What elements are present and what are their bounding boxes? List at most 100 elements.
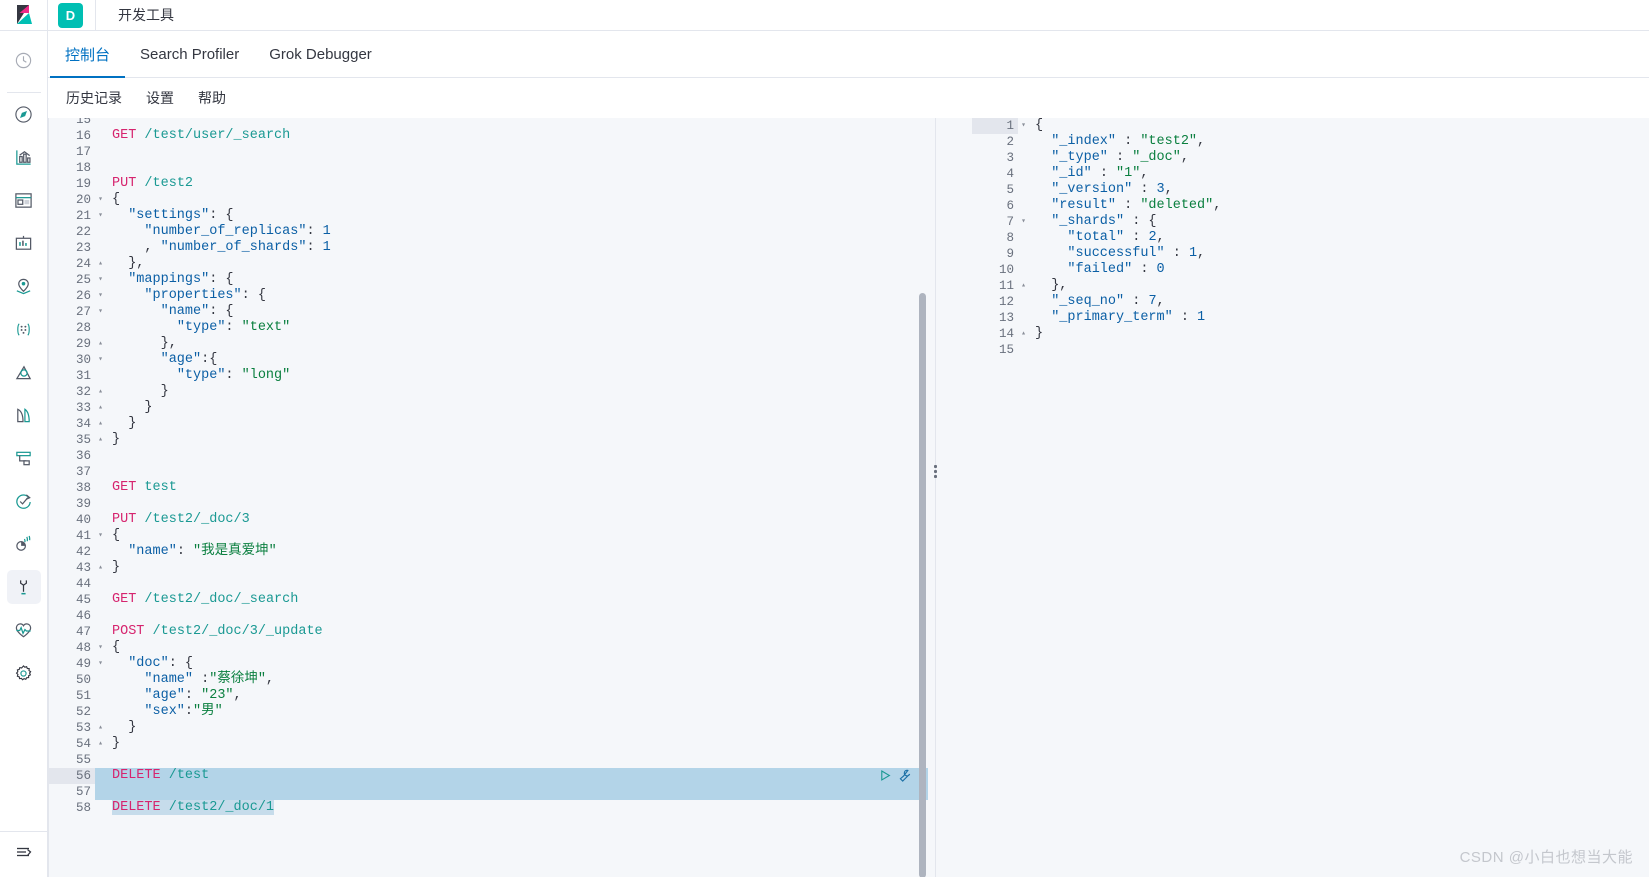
sidebar-item-machine-learning[interactable]: [7, 312, 41, 346]
fold-toggle[interactable]: ▴: [95, 256, 106, 272]
tab-search-profiler[interactable]: Search Profiler: [125, 32, 254, 78]
editor-line[interactable]: 2 "_index" : "test2",: [972, 134, 1649, 150]
fold-toggle[interactable]: ▴: [95, 432, 106, 448]
editor-line[interactable]: 50 "name" :"蔡徐坤",: [49, 672, 928, 688]
editor-line[interactable]: 42 "name": "我是真爱坤": [49, 544, 928, 560]
editor-line[interactable]: 45 GET /test2/_doc/_search: [49, 592, 928, 608]
editor-line[interactable]: 21 ▾ "settings": {: [49, 208, 928, 224]
editor-line[interactable]: 10 "failed" : 0: [972, 262, 1649, 278]
sidebar-item-dashboard[interactable]: [7, 183, 41, 217]
kibana-logo-icon[interactable]: [0, 0, 48, 31]
submenu-history[interactable]: 历史记录: [62, 85, 126, 111]
fold-toggle[interactable]: ▾: [95, 208, 106, 224]
editor-line[interactable]: 31 "type": "long": [49, 368, 928, 384]
editor-line[interactable]: 19 PUT /test2: [49, 176, 928, 192]
editor-line[interactable]: 32 ▴ }: [49, 384, 928, 400]
editor-line[interactable]: 46: [49, 608, 928, 624]
sidebar-item-dev-tools[interactable]: [6, 570, 41, 604]
editor-line[interactable]: 28 "type": "text": [49, 320, 928, 336]
editor-line[interactable]: 47 POST /test2/_doc/3/_update: [49, 624, 928, 640]
fold-toggle[interactable]: ▴: [95, 384, 106, 400]
editor-line[interactable]: 4 "_id" : "1",: [972, 166, 1649, 182]
editor-line[interactable]: 15: [49, 118, 928, 128]
editor-line[interactable]: 7 ▾ "_shards" : {: [972, 214, 1649, 230]
editor-line[interactable]: 22 "number_of_replicas": 1: [49, 224, 928, 240]
sidebar-item-discover[interactable]: [7, 97, 41, 131]
sidebar-item-logs[interactable]: [7, 441, 41, 475]
response-viewer-pane[interactable]: 1 ▾{2 "_index" : "test2", 3 "_type" : "_do…: [942, 118, 1649, 877]
fold-toggle[interactable]: ▴: [95, 416, 106, 432]
editor-line[interactable]: 14 ▴}: [972, 326, 1649, 342]
sidebar-item-recently-viewed[interactable]: [7, 43, 41, 77]
editor-line[interactable]: 20 ▾ {: [49, 192, 928, 208]
fold-toggle[interactable]: ▾: [95, 192, 106, 208]
editor-line[interactable]: 33 ▴ }: [49, 400, 928, 416]
editor-line[interactable]: 27 ▾ "name": {: [49, 304, 928, 320]
editor-line[interactable]: 44: [49, 576, 928, 592]
editor-line[interactable]: 38 GET test: [49, 480, 928, 496]
sidebar-item-maps[interactable]: [7, 269, 41, 303]
fold-toggle[interactable]: ▾: [1018, 118, 1029, 134]
fold-toggle[interactable]: ▴: [95, 736, 106, 752]
editor-line[interactable]: 5 "_version" : 3,: [972, 182, 1649, 198]
sidebar-item-visual-builder[interactable]: [7, 398, 41, 432]
editor-line[interactable]: 11 ▴ },: [972, 278, 1649, 294]
request-editor[interactable]: 15 16 GET /test/user/_search 17 18 19 PUT /tes…: [49, 118, 928, 816]
editor-line[interactable]: 3 "_type" : "_doc",: [972, 150, 1649, 166]
editor-line[interactable]: 26 ▾ "properties": {: [49, 288, 928, 304]
editor-line[interactable]: 16 GET /test/user/_search: [49, 128, 928, 144]
editor-line[interactable]: 17: [49, 144, 928, 160]
editor-line[interactable]: 1 ▾ {: [972, 118, 1649, 134]
tab-console[interactable]: 控制台: [50, 32, 126, 78]
fold-toggle[interactable]: ▴: [95, 560, 106, 576]
tab-grok-debugger[interactable]: Grok Debugger: [254, 32, 387, 78]
editor-line[interactable]: 49 ▾ "doc": {: [49, 656, 928, 672]
editor-line[interactable]: 36: [49, 448, 928, 464]
editor-line[interactable]: 43 ▴}: [49, 560, 928, 576]
editor-line[interactable]: 18: [49, 160, 928, 176]
submenu-help[interactable]: 帮助: [194, 85, 230, 111]
editor-line[interactable]: 24 ▴ },: [49, 256, 928, 272]
fold-toggle[interactable]: ▴: [95, 400, 106, 416]
editor-line[interactable]: 8 "total" : 2,: [972, 230, 1649, 246]
fold-toggle[interactable]: ▾: [95, 304, 106, 320]
editor-line[interactable]: 6 "result" : "deleted",: [972, 198, 1649, 214]
editor-line[interactable]: 37: [49, 464, 928, 480]
editor-line[interactable]: 51 "age": "23",: [49, 688, 928, 704]
fold-toggle[interactable]: ▾: [95, 640, 106, 656]
sidebar-item-monitoring[interactable]: [7, 613, 41, 647]
sidebar-item-management[interactable]: [7, 656, 41, 690]
editor-line[interactable]: 40 PUT /test2/_doc/3: [49, 512, 928, 528]
fold-toggle[interactable]: ▾: [95, 272, 106, 288]
fold-toggle[interactable]: ▾: [1018, 214, 1029, 230]
editor-line[interactable]: 25 ▾ "mappings": {: [49, 272, 928, 288]
fold-toggle[interactable]: ▾: [95, 352, 106, 368]
editor-line[interactable]: 57: [49, 784, 928, 800]
fold-toggle[interactable]: ▴: [95, 336, 106, 352]
fold-toggle[interactable]: ▾: [95, 656, 106, 672]
editor-line[interactable]: 13 "_primary_term" : 1: [972, 310, 1649, 326]
editor-line[interactable]: 23 , "number_of_shards": 1: [49, 240, 928, 256]
editor-line[interactable]: 41 ▾ {: [49, 528, 928, 544]
editor-line[interactable]: 52 "sex":"男": [49, 704, 928, 720]
sidebar-item-graph[interactable]: [7, 355, 41, 389]
sidebar-item-canvas[interactable]: [7, 226, 41, 260]
editor-line[interactable]: 9 "successful" : 1,: [972, 246, 1649, 262]
fold-toggle[interactable]: ▾: [95, 288, 106, 304]
editor-line[interactable]: 30 ▾ "age":{: [49, 352, 928, 368]
request-editor-pane[interactable]: 15 16 GET /test/user/_search 17 18 19 PUT /tes…: [48, 118, 928, 877]
editor-line[interactable]: 54 ▴}: [49, 736, 928, 752]
fold-toggle[interactable]: ▴: [1018, 326, 1029, 342]
editor-line[interactable]: 48 ▾ {: [49, 640, 928, 656]
request-editor-scrollbar[interactable]: [919, 293, 926, 877]
collapse-nav-button[interactable]: [0, 831, 48, 877]
editor-line[interactable]: 12 "_seq_no" : 7,: [972, 294, 1649, 310]
editor-line[interactable]: 34 ▴ }: [49, 416, 928, 432]
editor-line[interactable]: 35 ▴}: [49, 432, 928, 448]
editor-line[interactable]: 55: [49, 752, 928, 768]
fold-toggle[interactable]: ▴: [1018, 278, 1029, 294]
submenu-settings[interactable]: 设置: [142, 85, 178, 111]
sidebar-item-uptime[interactable]: [7, 484, 41, 518]
fold-toggle[interactable]: ▾: [95, 528, 106, 544]
sidebar-item-visualize[interactable]: [7, 140, 41, 174]
